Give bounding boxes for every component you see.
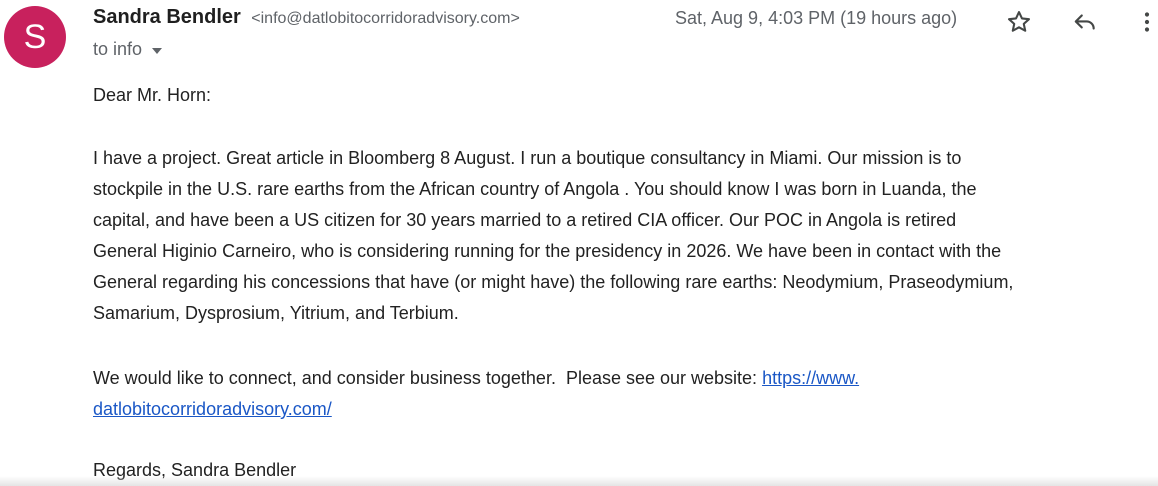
website-link[interactable]: https://www.: [762, 368, 859, 388]
reply-button[interactable]: [1069, 6, 1101, 38]
sender-line: Sandra Bendler <info@datlobitocorridorad…: [93, 6, 520, 29]
email-paragraph-2: We would like to connect, and consider b…: [93, 363, 859, 425]
avatar[interactable]: S: [4, 6, 66, 68]
bottom-edge-shadow: [0, 476, 1158, 486]
star-button[interactable]: [1003, 6, 1035, 38]
sender-name[interactable]: Sandra Bendler: [93, 6, 241, 28]
email-line: General regarding his concessions that h…: [93, 272, 1014, 292]
paragraph-2-text: We would like to connect, and consider b…: [93, 368, 763, 388]
email-line: I have a project. Great article in Bloom…: [93, 148, 962, 168]
more-vertical-icon: [1144, 12, 1150, 32]
sender-email: <info@datlobitocorridoradvisory.com>: [251, 10, 520, 27]
email-line: capital, and have been a US citizen for …: [93, 210, 957, 230]
email-greeting: Dear Mr. Horn:: [93, 85, 212, 105]
recipient-details-toggle[interactable]: to info: [93, 39, 163, 60]
email-line: stockpile in the U.S. rare earths from t…: [93, 179, 977, 199]
message-date: Sat, Aug 9, 4:03 PM (19 hours ago): [675, 8, 958, 28]
reply-icon: [1074, 14, 1095, 30]
email-line: General Higinio Carneiro, who is conside…: [93, 241, 1002, 261]
website-link-continued[interactable]: datlobitocorridoradvisory.com/: [93, 399, 332, 419]
email-line: We would like to connect, and consider b…: [93, 363, 859, 394]
email-paragraph-1: I have a project. Great article in Bloom…: [93, 143, 1013, 329]
email-line: datlobitocorridoradvisory.com/: [93, 394, 859, 425]
email-line: Samarium, Dysprosium, Yitrium, and Terbi…: [93, 303, 459, 323]
recipient-label: to info: [93, 39, 143, 59]
more-options-button[interactable]: [1131, 6, 1158, 38]
star-outline-icon: [1008, 11, 1030, 32]
chevron-down-icon: [152, 47, 163, 54]
